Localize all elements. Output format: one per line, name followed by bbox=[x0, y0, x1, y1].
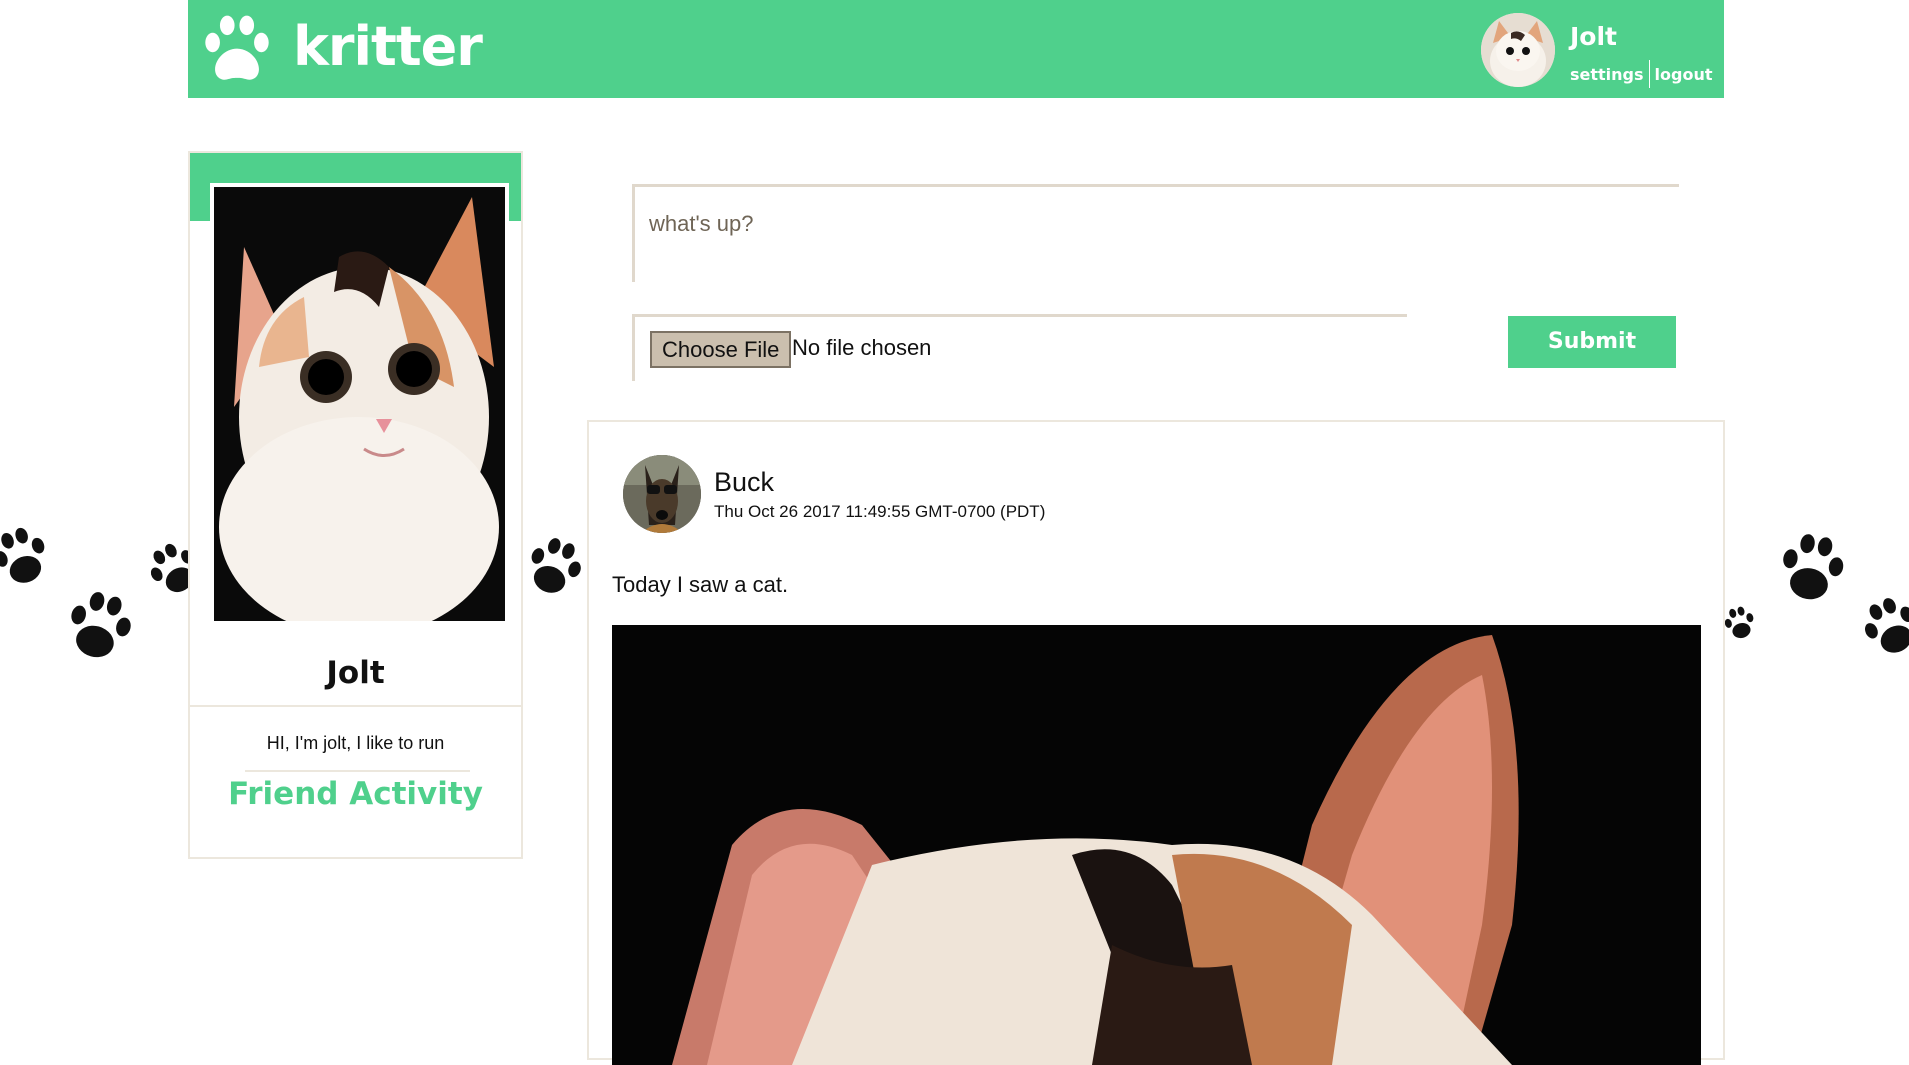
account-links: settings logout bbox=[1570, 60, 1713, 88]
submit-button[interactable]: Submit bbox=[1508, 316, 1676, 368]
file-upload: Choose File No file chosen bbox=[632, 314, 1407, 381]
paw-icon[interactable] bbox=[198, 12, 276, 95]
brand-name[interactable]: kritter bbox=[293, 12, 483, 82]
paw-print-icon bbox=[515, 528, 592, 613]
divider bbox=[190, 705, 521, 707]
feed-post: Buck Thu Oct 26 2017 11:49:55 GMT-0700 (… bbox=[587, 420, 1725, 1065]
post-image bbox=[612, 625, 1701, 1065]
profile-name: Jolt bbox=[326, 655, 385, 691]
choose-file-button[interactable]: Choose File bbox=[650, 331, 792, 368]
logout-link[interactable]: logout bbox=[1655, 65, 1713, 84]
user-avatar[interactable] bbox=[1481, 13, 1555, 87]
post-author-name[interactable]: Buck bbox=[714, 467, 774, 498]
divider bbox=[245, 770, 470, 772]
profile-photo bbox=[210, 183, 509, 625]
friend-activity-link[interactable]: Friend Activity bbox=[190, 776, 521, 812]
paw-print-icon bbox=[1770, 528, 1852, 615]
post-timestamp: Thu Oct 26 2017 11:49:55 GMT-0700 (PDT) bbox=[714, 502, 1046, 521]
paw-print-icon bbox=[1851, 586, 1909, 675]
profile-bio: HI, I'm jolt, I like to run bbox=[266, 733, 445, 753]
paw-print-icon bbox=[54, 584, 141, 676]
paw-print-icon bbox=[0, 520, 59, 599]
post-author-avatar[interactable] bbox=[623, 455, 701, 533]
status-input[interactable] bbox=[632, 184, 1679, 282]
user-name[interactable]: Jolt bbox=[1570, 22, 1617, 51]
file-status-text: No file chosen bbox=[792, 335, 932, 360]
settings-link[interactable]: settings bbox=[1570, 65, 1644, 84]
top-nav-bar: kritter Jolt settings logout bbox=[188, 0, 1724, 98]
link-separator bbox=[1648, 60, 1650, 88]
profile-card: Jolt HI, I'm jolt, I like to run Friend … bbox=[188, 151, 523, 859]
post-text: Today I saw a cat. bbox=[612, 572, 789, 597]
